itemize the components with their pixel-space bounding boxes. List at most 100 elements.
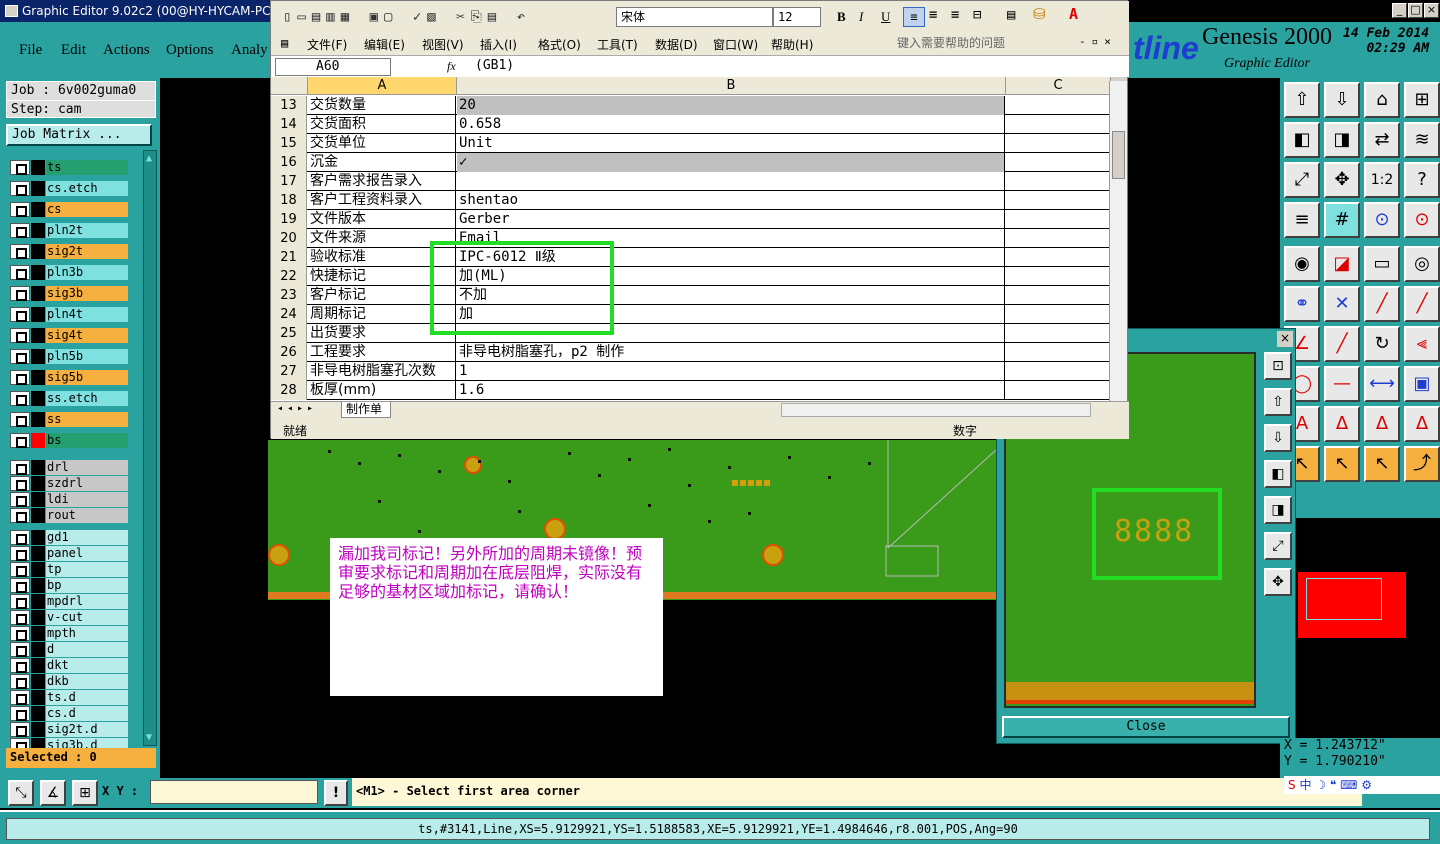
layer-name[interactable]: drl (46, 460, 128, 475)
layer-name[interactable]: tp (46, 562, 128, 577)
cell-c[interactable] (1006, 324, 1111, 343)
info-icon[interactable]: ! (324, 780, 348, 806)
layer-name[interactable]: pln4t (46, 307, 128, 322)
layer-row-drl[interactable]: drl (10, 460, 128, 475)
layer-name[interactable]: d (46, 642, 128, 657)
align-right-icon[interactable]: ≡ (951, 7, 959, 23)
layer-row-rout[interactable]: rout (10, 508, 128, 523)
layer-row-cs.etch[interactable]: cs.etch (10, 181, 128, 196)
layer-name[interactable]: cs.etch (46, 181, 128, 196)
layer-color-swatch[interactable] (31, 562, 45, 577)
layer-list-scrollbar[interactable]: ▲ ▼ (143, 150, 157, 746)
layer-checkbox[interactable] (10, 160, 30, 175)
measure-icon[interactable]: ⟷ (1364, 366, 1400, 402)
job-matrix-button[interactable]: Job Matrix ... (6, 124, 152, 146)
row-number[interactable]: 18 (271, 191, 307, 210)
route-icon[interactable]: ⤴ (1404, 446, 1440, 482)
zoom-in-icon[interactable]: ⊡ (1264, 352, 1292, 380)
layer-color-swatch[interactable] (31, 546, 45, 561)
layer-color-swatch[interactable] (31, 492, 45, 507)
layer-checkbox[interactable] (10, 307, 30, 322)
table-row[interactable]: 17 客户需求报告录入 (271, 172, 1111, 191)
zoom-down-icon[interactable]: ⇩ (1264, 424, 1292, 452)
layer-checkbox[interactable] (10, 181, 30, 196)
close-button[interactable]: Close (1002, 716, 1290, 738)
layer-color-swatch[interactable] (31, 476, 45, 491)
doc-window-controls[interactable]: -▫× (1079, 35, 1117, 48)
swap-icon[interactable]: ⇄ (1364, 122, 1400, 158)
scroll-up-icon[interactable]: ▲ (146, 153, 152, 164)
xy-input[interactable] (150, 780, 318, 804)
layer-name[interactable]: gd1 (46, 530, 128, 545)
layer-row-dkb[interactable]: dkb (10, 674, 128, 689)
snap-icon[interactable]: ≋ (1404, 122, 1440, 158)
underline-icon[interactable]: U (881, 9, 890, 25)
row-number[interactable]: 23 (271, 286, 307, 305)
column-header-b[interactable]: B (457, 77, 1006, 95)
layer-color-swatch[interactable] (31, 307, 45, 322)
cell-a[interactable]: 客户工程资料录入 (308, 191, 456, 210)
layer-color-swatch[interactable] (31, 433, 45, 448)
layer-name[interactable]: sig5b (46, 370, 128, 385)
layer-row-pln3b[interactable]: pln3b (10, 265, 128, 280)
layer-name[interactable]: rout (46, 508, 128, 523)
layer-row-d[interactable]: d (10, 642, 128, 657)
layer-row-ts.d[interactable]: ts.d (10, 690, 128, 705)
layer-color-swatch[interactable] (31, 594, 45, 609)
layer-color-swatch[interactable] (31, 626, 45, 641)
row-number[interactable]: 25 (271, 324, 307, 343)
layer-checkbox[interactable] (10, 658, 30, 673)
layer-checkbox[interactable] (10, 349, 30, 364)
layer-row-sig2t.d[interactable]: sig2t.d (10, 722, 128, 737)
pin-icon[interactable]: ⊙ (1364, 202, 1400, 238)
layer-checkbox[interactable] (10, 265, 30, 280)
cell-c[interactable] (1006, 248, 1111, 267)
layer-checkbox[interactable] (10, 530, 30, 545)
layer-checkbox[interactable] (10, 433, 30, 448)
layer-row-mpth[interactable]: mpth (10, 626, 128, 641)
layer-name[interactable]: ldi (46, 492, 128, 507)
sheet-tab-active[interactable]: 制作单 (341, 402, 391, 418)
cell-a[interactable]: 交货单位 (308, 134, 456, 153)
layer-name[interactable]: v-cut (46, 610, 128, 625)
layer-color-swatch[interactable] (31, 391, 45, 406)
ruler-icon[interactable]: ▭ (1364, 246, 1400, 282)
layer-row-mpdrl[interactable]: mpdrl (10, 594, 128, 609)
layer-name[interactable]: mpth (46, 626, 128, 641)
cell-a[interactable]: 交货数量 (308, 96, 456, 115)
layer-row-tp[interactable]: tp (10, 562, 128, 577)
zoom-pan-icon[interactable]: ✥ (1264, 568, 1292, 596)
layer-name[interactable]: dkt (46, 658, 128, 673)
menu-file[interactable]: File (19, 42, 42, 59)
layer-color-swatch[interactable] (31, 460, 45, 475)
layer-row-ss[interactable]: ss (10, 412, 128, 427)
formula-value[interactable]: (GB1) (475, 58, 514, 73)
xl-menu-tools[interactable]: 工具(T) (597, 36, 638, 53)
xl-menu-data[interactable]: 数据(D) (655, 36, 698, 53)
close-icon[interactable]: × (1424, 3, 1439, 18)
layer-checkbox[interactable] (10, 476, 30, 491)
layer-color-swatch[interactable] (31, 370, 45, 385)
table-row[interactable]: 21 验收标准 IPC-6012 Ⅱ级 (271, 248, 1111, 267)
scroll-down-icon[interactable]: ▼ (146, 732, 152, 743)
layer-color-swatch[interactable] (31, 642, 45, 657)
standard-toolbar-icons[interactable]: ▯▭▤▥▦ ▣▢ ✓▧ ✂⎘▤ ↶ (283, 9, 531, 25)
target-icon[interactable]: ◎ (1404, 246, 1440, 282)
table-row[interactable]: 14 交货面积 0.658 (271, 115, 1111, 134)
layer-checkbox[interactable] (10, 202, 30, 217)
fx-icon[interactable]: fx (447, 59, 456, 74)
cell-b[interactable]: 非导电树脂塞孔，p2 制作 (457, 343, 1005, 362)
font-name-select[interactable]: 宋体 (616, 7, 773, 27)
layer-name[interactable]: mpdrl (46, 594, 128, 609)
row-number[interactable]: 24 (271, 305, 307, 324)
zoom-left-icon[interactable]: ◧ (1264, 460, 1292, 488)
layer-row-bp[interactable]: bp (10, 578, 128, 593)
cell-a[interactable]: 非导电树脂塞孔次数 (308, 362, 456, 381)
layer-name[interactable]: sig4t (46, 328, 128, 343)
surface-icon[interactable]: ◪ (1324, 246, 1360, 282)
layer-name[interactable]: ss.etch (46, 391, 128, 406)
spreadsheet-grid[interactable]: A B C 13 交货数量 20 14 交货面积 0.658 15 交货单位 Unit 16 沉金 ✓… (271, 77, 1111, 401)
layer-checkbox[interactable] (10, 594, 30, 609)
layer-color-swatch[interactable] (31, 223, 45, 238)
layer-color-swatch[interactable] (31, 412, 45, 427)
